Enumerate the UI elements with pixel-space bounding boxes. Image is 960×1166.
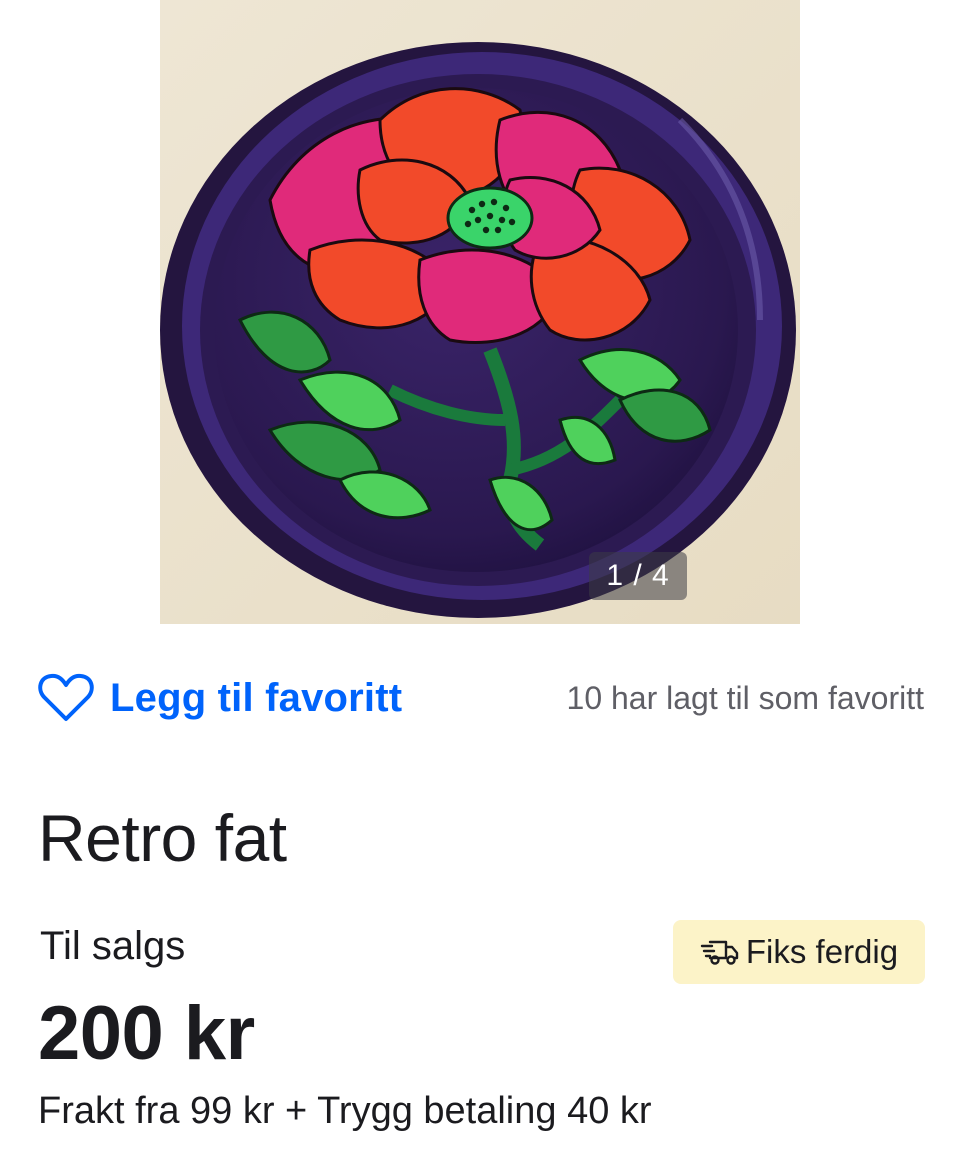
add-to-favorites-label: Legg til favoritt <box>110 675 403 720</box>
favorite-count-text: 10 har lagt til som favoritt <box>566 680 924 716</box>
add-to-favorites-button[interactable]: Legg til favoritt <box>38 668 402 728</box>
listing-price: 200 kr <box>38 991 255 1076</box>
shipping-info: Frakt fra 99 kr + Trygg betaling 40 kr <box>38 1090 652 1132</box>
listing-title: Retro fat <box>38 801 287 875</box>
listing-photo-plate <box>160 0 800 624</box>
fiks-ferdig-badge[interactable]: Fiks ferdig <box>673 920 925 984</box>
image-counter: 1 / 4 <box>589 552 687 600</box>
truck-icon <box>700 940 739 965</box>
fiks-ferdig-label: Fiks ferdig <box>745 933 899 970</box>
listing-status: Til salgs <box>40 924 186 968</box>
favorite-row: Legg til favoritt 10 har lagt til som fa… <box>38 668 928 728</box>
heart-outline-icon <box>38 673 94 721</box>
listing-image-gallery[interactable]: 1 / 4 <box>160 0 800 624</box>
